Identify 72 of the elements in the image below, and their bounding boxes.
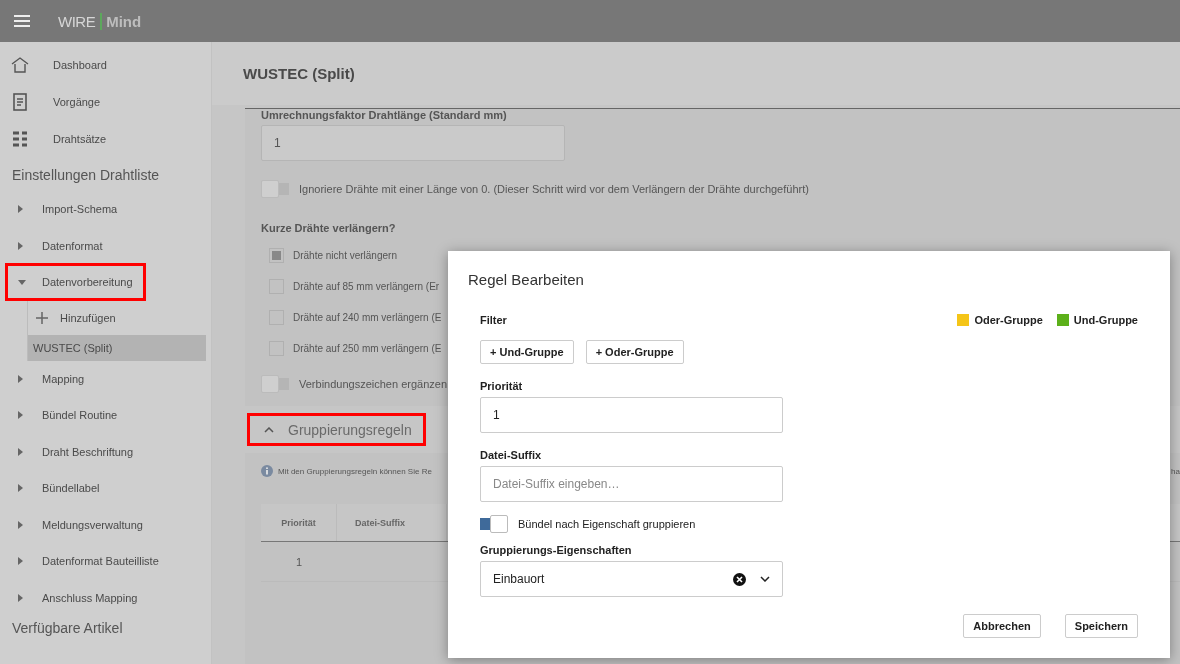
- tree-subitem[interactable]: Hinzufügen: [28, 300, 206, 335]
- section-title: Einstellungen Drahtliste: [11, 166, 161, 185]
- caret-right-icon: [18, 205, 23, 214]
- chevron-up-icon: [264, 426, 274, 433]
- list-icon: [11, 129, 29, 148]
- field-label: Gruppierungs-Eigenschaften: [480, 544, 633, 556]
- info-icon: [261, 465, 273, 477]
- section-label: Kurze Drähte verlängern?: [261, 222, 397, 234]
- input-field[interactable]: Datei-Suffix eingeben…: [480, 466, 783, 502]
- plus-icon: [36, 311, 48, 324]
- info-text: ha: [1171, 466, 1180, 476]
- caret-right-icon: [18, 374, 23, 383]
- home-icon: [11, 55, 29, 74]
- dialog-button[interactable]: Speichern: [1064, 614, 1138, 638]
- field-label: Priorität: [480, 380, 524, 392]
- caret-right-icon: [18, 593, 23, 602]
- logo: WIRE Mind: [58, 12, 142, 30]
- caret-right-icon: [18, 520, 23, 529]
- tree-item[interactable]: Datenformat: [5, 226, 116, 265]
- info-text: Mit den Gruppierungsregeln können Sie Re: [278, 466, 432, 476]
- nav-item[interactable]: Vorgänge: [0, 83, 211, 120]
- option-label: Drähte nicht verlängern: [293, 250, 397, 261]
- field-label: Datei-Suffix: [480, 449, 543, 461]
- dialog-button[interactable]: Abbrechen: [963, 614, 1041, 638]
- tree-item[interactable]: Draht Beschriftung: [5, 432, 147, 471]
- legend-label: Oder-Gruppe: [974, 314, 1043, 326]
- checkbox[interactable]: [269, 248, 284, 263]
- tree-item[interactable]: Meldungsverwaltung: [5, 505, 156, 544]
- column-header: Priorität: [261, 504, 337, 541]
- caret-right-icon: [18, 411, 23, 420]
- toggle-switch[interactable]: [261, 183, 289, 195]
- caret-right-icon: [18, 484, 23, 493]
- tree-item[interactable]: Datenformat Bauteilliste: [5, 542, 172, 581]
- input-field[interactable]: 1: [261, 125, 565, 161]
- tree-item[interactable]: Bündellabel: [5, 469, 113, 508]
- option-label: Drähte auf 85 mm verlängern (Er: [293, 281, 440, 292]
- tree-item[interactable]: Mapping: [5, 359, 98, 398]
- toggle-label: Bündel nach Eigenschaft gruppieren: [518, 518, 696, 530]
- toggle-label: Ignoriere Drähte mit einer Länge von 0. (Dieser Schritt wird vor dem Verlängern der Drähte durchgeführt): [299, 183, 809, 195]
- page-title: WUSTEC (Split): [212, 42, 1180, 105]
- add-group-button[interactable]: + Und-Gruppe: [480, 340, 574, 364]
- section-header[interactable]: Gruppierungsregeln: [247, 413, 426, 446]
- caret-right-icon: [18, 241, 23, 250]
- tree-item[interactable]: Datenvorbereitung: [5, 263, 146, 302]
- tree-item[interactable]: Import-Schema: [5, 190, 131, 229]
- clear-icon[interactable]: [733, 572, 746, 586]
- tree-item[interactable]: Bündel Routine: [5, 396, 131, 435]
- nav-item[interactable]: Drahtsätze: [0, 120, 211, 157]
- caret-right-icon: [18, 447, 23, 456]
- table-cell-text: 1: [294, 554, 304, 570]
- tree-subitem[interactable]: WUSTEC (Split): [28, 334, 206, 361]
- legend-label: Und-Gruppe: [1073, 314, 1138, 326]
- tree-item[interactable]: Anschluss Mapping: [5, 578, 151, 617]
- field-label: Umrechnungsfaktor Drahtlänge (Standard mm): [261, 109, 508, 121]
- toggle-switch[interactable]: [480, 518, 508, 530]
- caret-right-icon: [18, 557, 23, 566]
- menu-icon[interactable]: [14, 15, 30, 27]
- document-icon: [11, 92, 29, 111]
- option-label: Drähte auf 240 mm verlängern (E: [293, 312, 442, 323]
- section-title: Verfügbare Artikel: [11, 619, 124, 638]
- nav-item[interactable]: Dashboard: [0, 46, 211, 83]
- column-header: Datei-Suffix: [337, 504, 447, 541]
- option-label: Drähte auf 250 mm verlängern (E: [293, 343, 442, 354]
- chevron-down-icon[interactable]: [760, 576, 770, 582]
- toggle-label: Verbindungszeichen ergänzen: [299, 378, 447, 390]
- caret-down-icon: [18, 279, 26, 285]
- field-label: Filter: [480, 314, 507, 326]
- dialog-title: Regel Bearbeiten: [468, 271, 585, 288]
- toggle-switch[interactable]: [261, 378, 289, 390]
- input-field[interactable]: 1: [480, 397, 783, 433]
- select-field[interactable]: Einbauort: [480, 561, 783, 597]
- add-group-button[interactable]: + Oder-Gruppe: [585, 340, 684, 364]
